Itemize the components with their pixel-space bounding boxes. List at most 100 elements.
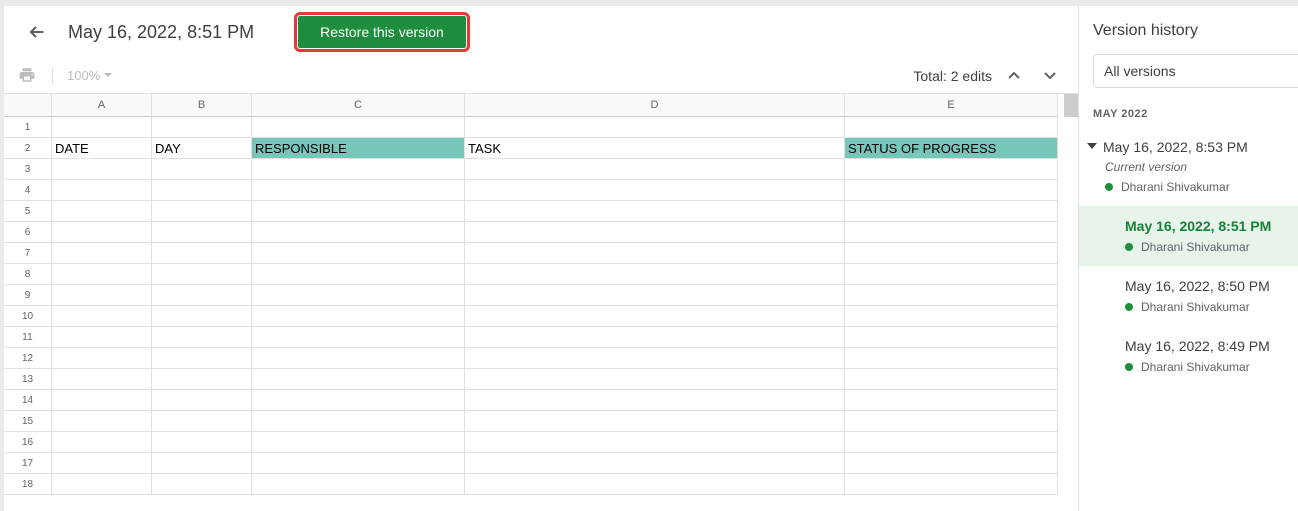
cell[interactable] <box>252 474 465 495</box>
cell[interactable] <box>252 117 465 138</box>
row-header[interactable]: 7 <box>4 243 52 264</box>
cell[interactable] <box>152 117 252 138</box>
cell[interactable] <box>465 369 845 390</box>
next-edit-button[interactable] <box>1036 62 1064 90</box>
cell[interactable] <box>845 222 1058 243</box>
cell[interactable] <box>465 180 845 201</box>
cell[interactable] <box>152 222 252 243</box>
row-header[interactable]: 3 <box>4 159 52 180</box>
cell[interactable] <box>845 474 1058 495</box>
cell[interactable] <box>252 411 465 432</box>
cell[interactable] <box>52 201 152 222</box>
row-header[interactable]: 1 <box>4 117 52 138</box>
cell[interactable] <box>52 390 152 411</box>
cell[interactable] <box>52 474 152 495</box>
cell[interactable]: RESPONSIBLE <box>252 138 465 159</box>
cell[interactable] <box>152 453 252 474</box>
cell[interactable] <box>52 222 152 243</box>
cell[interactable] <box>845 285 1058 306</box>
cell[interactable] <box>52 411 152 432</box>
row-header[interactable]: 12 <box>4 348 52 369</box>
cell[interactable] <box>845 453 1058 474</box>
cell[interactable] <box>845 201 1058 222</box>
version-item[interactable]: May 16, 2022, 8:53 PMCurrent versionDhar… <box>1079 126 1298 206</box>
cell[interactable] <box>845 348 1058 369</box>
cell[interactable] <box>252 453 465 474</box>
cell[interactable] <box>52 117 152 138</box>
cell[interactable] <box>845 159 1058 180</box>
cell[interactable]: TASK <box>465 138 845 159</box>
cell[interactable] <box>152 390 252 411</box>
zoom-selector[interactable]: 100% <box>67 68 112 83</box>
cell[interactable] <box>52 285 152 306</box>
cell[interactable] <box>465 285 845 306</box>
cell[interactable] <box>465 453 845 474</box>
cell[interactable] <box>152 264 252 285</box>
row-header[interactable]: 16 <box>4 432 52 453</box>
cell[interactable] <box>52 264 152 285</box>
cell[interactable] <box>52 159 152 180</box>
cell[interactable] <box>845 306 1058 327</box>
cell[interactable]: DATE <box>52 138 152 159</box>
cell[interactable] <box>465 264 845 285</box>
cell[interactable] <box>52 243 152 264</box>
row-header[interactable]: 6 <box>4 222 52 243</box>
cell[interactable] <box>845 369 1058 390</box>
row-header[interactable]: 15 <box>4 411 52 432</box>
cell[interactable] <box>52 306 152 327</box>
cell[interactable] <box>845 243 1058 264</box>
cell[interactable] <box>152 369 252 390</box>
row-header[interactable]: 2 <box>4 138 52 159</box>
vertical-scrollbar[interactable] <box>1064 94 1078 117</box>
cell[interactable] <box>152 474 252 495</box>
row-header[interactable]: 10 <box>4 306 52 327</box>
cell[interactable] <box>252 243 465 264</box>
cell[interactable] <box>152 306 252 327</box>
cell[interactable] <box>152 411 252 432</box>
cell[interactable] <box>52 369 152 390</box>
cell[interactable] <box>465 306 845 327</box>
row-header[interactable]: 8 <box>4 264 52 285</box>
cell[interactable] <box>465 474 845 495</box>
cell[interactable] <box>845 411 1058 432</box>
cell[interactable] <box>845 264 1058 285</box>
cell[interactable] <box>465 117 845 138</box>
cell[interactable] <box>52 432 152 453</box>
cell[interactable] <box>252 222 465 243</box>
column-header[interactable]: E <box>845 94 1058 117</box>
cell[interactable] <box>52 180 152 201</box>
row-header[interactable]: 18 <box>4 474 52 495</box>
cell[interactable] <box>252 180 465 201</box>
column-header[interactable]: B <box>152 94 252 117</box>
cell[interactable]: DAY <box>152 138 252 159</box>
cell[interactable] <box>465 201 845 222</box>
cell[interactable] <box>252 432 465 453</box>
cell[interactable] <box>465 243 845 264</box>
cell[interactable] <box>152 180 252 201</box>
cell[interactable]: STATUS OF PROGRESS <box>845 138 1058 159</box>
cell[interactable] <box>252 264 465 285</box>
cell[interactable] <box>252 159 465 180</box>
cell[interactable] <box>252 369 465 390</box>
expand-arrow-icon[interactable] <box>1087 138 1097 156</box>
row-header[interactable]: 11 <box>4 327 52 348</box>
cell[interactable] <box>845 180 1058 201</box>
row-header[interactable]: 14 <box>4 390 52 411</box>
cell[interactable] <box>465 348 845 369</box>
cell[interactable] <box>845 390 1058 411</box>
prev-edit-button[interactable] <box>1000 62 1028 90</box>
cell[interactable] <box>252 306 465 327</box>
row-header[interactable]: 4 <box>4 180 52 201</box>
cell[interactable] <box>152 432 252 453</box>
cell[interactable] <box>252 285 465 306</box>
version-item[interactable]: May 16, 2022, 8:50 PMDharani Shivakumar <box>1079 266 1298 326</box>
cell[interactable] <box>152 243 252 264</box>
row-header[interactable]: 9 <box>4 285 52 306</box>
cell[interactable] <box>465 432 845 453</box>
cell[interactable] <box>52 327 152 348</box>
cell[interactable] <box>252 390 465 411</box>
cell[interactable] <box>52 453 152 474</box>
column-header[interactable]: A <box>52 94 152 117</box>
column-header[interactable]: C <box>252 94 465 117</box>
cell[interactable] <box>465 411 845 432</box>
